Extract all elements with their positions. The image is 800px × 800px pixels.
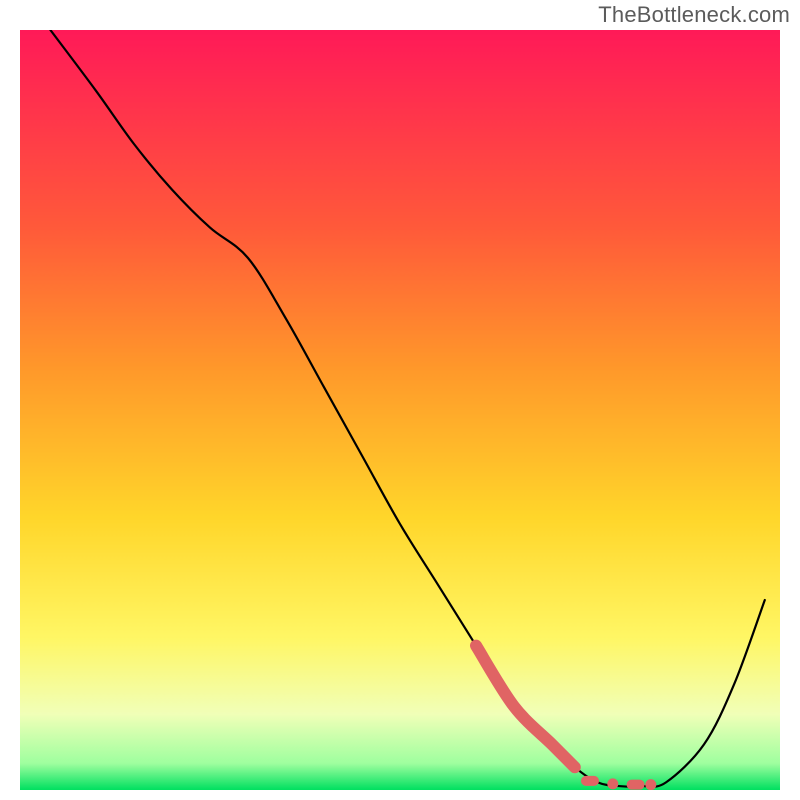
- highlight-segment: [476, 646, 575, 768]
- plot-area: [20, 30, 780, 790]
- highlight-dot: [645, 779, 656, 790]
- watermark-text: TheBottleneck.com: [598, 2, 790, 28]
- chart-container: TheBottleneck.com: [0, 0, 800, 800]
- highlight-dash: [581, 776, 599, 786]
- highlight-dash: [627, 780, 645, 790]
- bottleneck-curve: [50, 30, 764, 787]
- highlight-dot: [607, 778, 618, 789]
- curve-layer: [20, 30, 780, 790]
